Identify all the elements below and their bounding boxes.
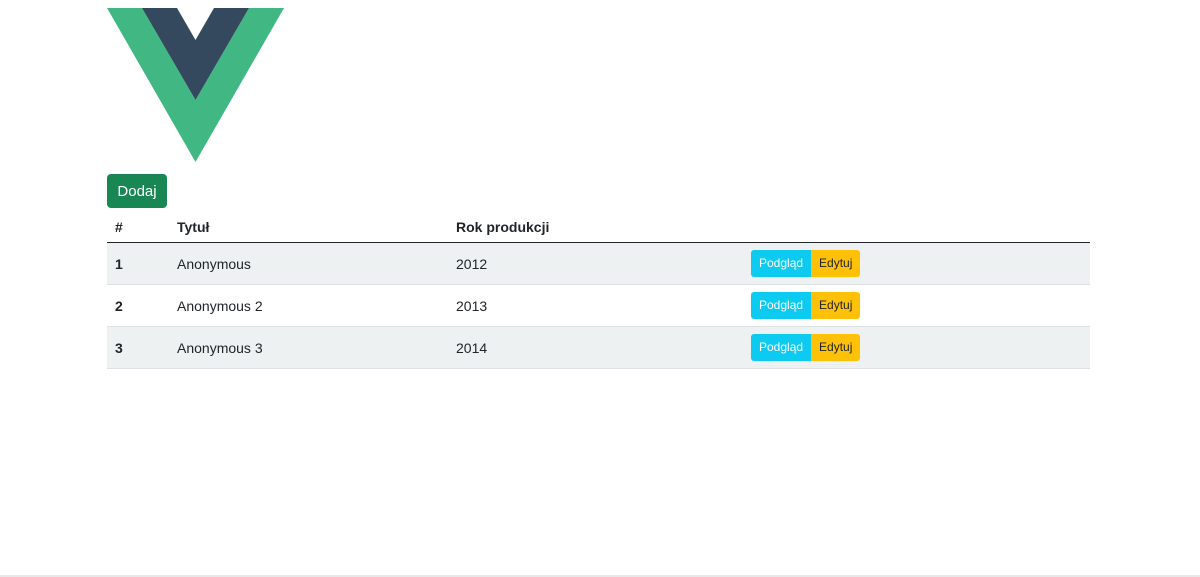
row-year: 2014 xyxy=(448,326,743,369)
row-title: Anonymous 3 xyxy=(169,326,448,369)
view-button[interactable]: Podgląd xyxy=(751,250,812,277)
row-actions: Podgląd Edytuj xyxy=(743,284,1090,327)
view-button[interactable]: Podgląd xyxy=(751,334,812,361)
add-button[interactable]: Dodaj xyxy=(107,174,167,208)
movies-table: # Tytuł Rok produkcji 1 Anonymous 2012 P… xyxy=(107,212,1090,369)
row-title: Anonymous 2 xyxy=(169,284,448,327)
column-header-year: Rok produkcji xyxy=(448,212,743,243)
row-year: 2012 xyxy=(448,242,743,285)
main-container: Dodaj # Tytuł Rok produkcji 1 Anonymous … xyxy=(107,8,1090,369)
table-row: 3 Anonymous 3 2014 Podgląd Edytuj xyxy=(107,326,1090,369)
row-title: Anonymous xyxy=(169,242,448,285)
row-number: 3 xyxy=(107,326,169,369)
edit-button[interactable]: Edytuj xyxy=(811,250,861,277)
header-row: # Tytuł Rok produkcji xyxy=(107,212,1090,243)
row-number: 1 xyxy=(107,242,169,285)
table-row: 1 Anonymous 2012 Podgląd Edytuj xyxy=(107,242,1090,285)
edit-button[interactable]: Edytuj xyxy=(811,292,861,319)
column-header-number: # xyxy=(107,212,169,243)
row-actions: Podgląd Edytuj xyxy=(743,242,1090,285)
column-header-title: Tytuł xyxy=(169,212,448,243)
column-header-actions xyxy=(743,212,1090,243)
table-header: # Tytuł Rok produkcji xyxy=(107,212,1090,243)
view-button[interactable]: Podgląd xyxy=(751,292,812,319)
page: Dodaj # Tytuł Rok produkcji 1 Anonymous … xyxy=(0,0,1200,577)
edit-button[interactable]: Edytuj xyxy=(811,334,861,361)
row-year: 2013 xyxy=(448,284,743,327)
vue-logo-icon xyxy=(107,8,284,162)
row-actions: Podgląd Edytuj xyxy=(743,326,1090,369)
table-row: 2 Anonymous 2 2013 Podgląd Edytuj xyxy=(107,284,1090,327)
table-body: 1 Anonymous 2012 Podgląd Edytuj 2 Anonymo… xyxy=(107,242,1090,369)
row-number: 2 xyxy=(107,284,169,327)
